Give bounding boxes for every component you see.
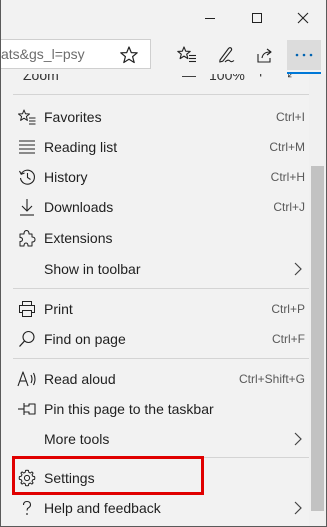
menu-item-shortcut: Ctrl+Shift+G <box>238 372 305 386</box>
menu-item-extensions[interactable]: Extensions <box>1 223 309 253</box>
chevron-right-icon <box>294 501 302 515</box>
maximize-button[interactable] <box>234 0 280 36</box>
menu-separator <box>13 358 309 359</box>
settings-highlight-box <box>12 456 204 495</box>
favorites-hub-icon <box>177 46 196 63</box>
share-button[interactable] <box>248 40 282 70</box>
zoom-label: Zoom <box>23 74 59 83</box>
menu-item-shortcut: Ctrl+I <box>275 110 305 124</box>
menu-item-label: Show in toolbar <box>44 261 141 277</box>
minimize-icon <box>205 18 215 19</box>
browser-toolbar: ats&gs_l=psy <box>1 36 326 74</box>
read-aloud-icon <box>17 370 37 388</box>
zoom-row: Zoom — 100% + ⤢ <box>1 74 309 84</box>
download-icon <box>17 198 37 216</box>
menu-separator <box>13 288 309 289</box>
extensions-icon <box>17 229 37 247</box>
menu-item-label: Help and feedback <box>44 500 161 516</box>
menu-item-label: More tools <box>44 431 110 447</box>
menu-item-shortcut: Ctrl+M <box>269 140 305 154</box>
menu-item-downloads[interactable]: Downloads Ctrl+J <box>1 192 309 222</box>
address-text: ats&gs_l=psy <box>1 46 85 62</box>
star-icon[interactable] <box>119 45 139 65</box>
menu-item-pin-to-taskbar[interactable]: Pin this page to the taskbar <box>1 394 309 424</box>
menu-item-show-in-toolbar[interactable]: Show in toolbar <box>1 254 309 284</box>
zoom-out-button[interactable]: — <box>182 74 196 83</box>
menu-item-shortcut: Ctrl+P <box>271 302 305 316</box>
title-bar <box>1 0 326 36</box>
menu-scrollbar-thumb[interactable] <box>311 166 324 511</box>
chevron-right-icon <box>294 432 302 446</box>
close-button[interactable] <box>280 0 326 36</box>
menu-item-shortcut: Ctrl+F <box>272 332 305 346</box>
menu-item-label: Extensions <box>44 230 113 246</box>
zoom-value: 100% <box>209 74 245 83</box>
menu-item-label: Print <box>44 301 73 317</box>
chevron-right-icon <box>294 262 302 276</box>
menu-item-label: Favorites <box>44 109 102 125</box>
notes-button[interactable] <box>209 40 243 70</box>
menu-item-history[interactable]: History Ctrl+H <box>1 162 309 192</box>
share-icon <box>257 48 272 63</box>
menu-item-label: Reading list <box>44 139 118 155</box>
history-icon <box>17 168 37 186</box>
search-icon <box>17 330 37 348</box>
close-icon <box>297 12 309 24</box>
minimize-button[interactable] <box>187 0 233 36</box>
more-button[interactable] <box>287 40 321 70</box>
menu-item-find-on-page[interactable]: Find on page Ctrl+F <box>1 324 309 354</box>
menu-item-read-aloud[interactable]: Read aloud Ctrl+Shift+G <box>1 364 309 394</box>
reading-list-icon <box>17 138 37 156</box>
menu-item-label: Find on page <box>44 331 126 347</box>
menu-item-label: Pin this page to the taskbar <box>44 401 214 417</box>
favorites-icon <box>17 108 37 126</box>
maximize-icon <box>252 13 262 23</box>
pin-icon <box>17 400 37 418</box>
help-icon <box>17 499 37 517</box>
menu-separator <box>13 94 309 95</box>
zoom-in-button[interactable]: + <box>256 74 265 83</box>
more-icon <box>295 53 313 57</box>
menu-item-label: History <box>44 169 88 185</box>
menu-item-shortcut: Ctrl+J <box>273 200 305 214</box>
fullscreen-button[interactable]: ⤢ <box>287 74 297 81</box>
menu-item-shortcut: Ctrl+H <box>270 170 305 184</box>
pen-icon <box>219 47 235 63</box>
menu-item-label: Read aloud <box>44 371 116 387</box>
menu-item-label: Downloads <box>44 199 114 215</box>
menu-item-help-and-feedback[interactable]: Help and feedback <box>1 493 309 523</box>
menu-item-reading-list[interactable]: Reading list Ctrl+M <box>1 132 309 162</box>
favorites-hub-button[interactable] <box>170 40 204 70</box>
menu-item-print[interactable]: Print Ctrl+P <box>1 294 309 324</box>
menu-item-favorites[interactable]: Favorites Ctrl+I <box>1 102 309 132</box>
address-bar[interactable]: ats&gs_l=psy <box>1 39 151 69</box>
menu-item-more-tools[interactable]: More tools <box>1 424 309 454</box>
print-icon <box>17 300 37 318</box>
